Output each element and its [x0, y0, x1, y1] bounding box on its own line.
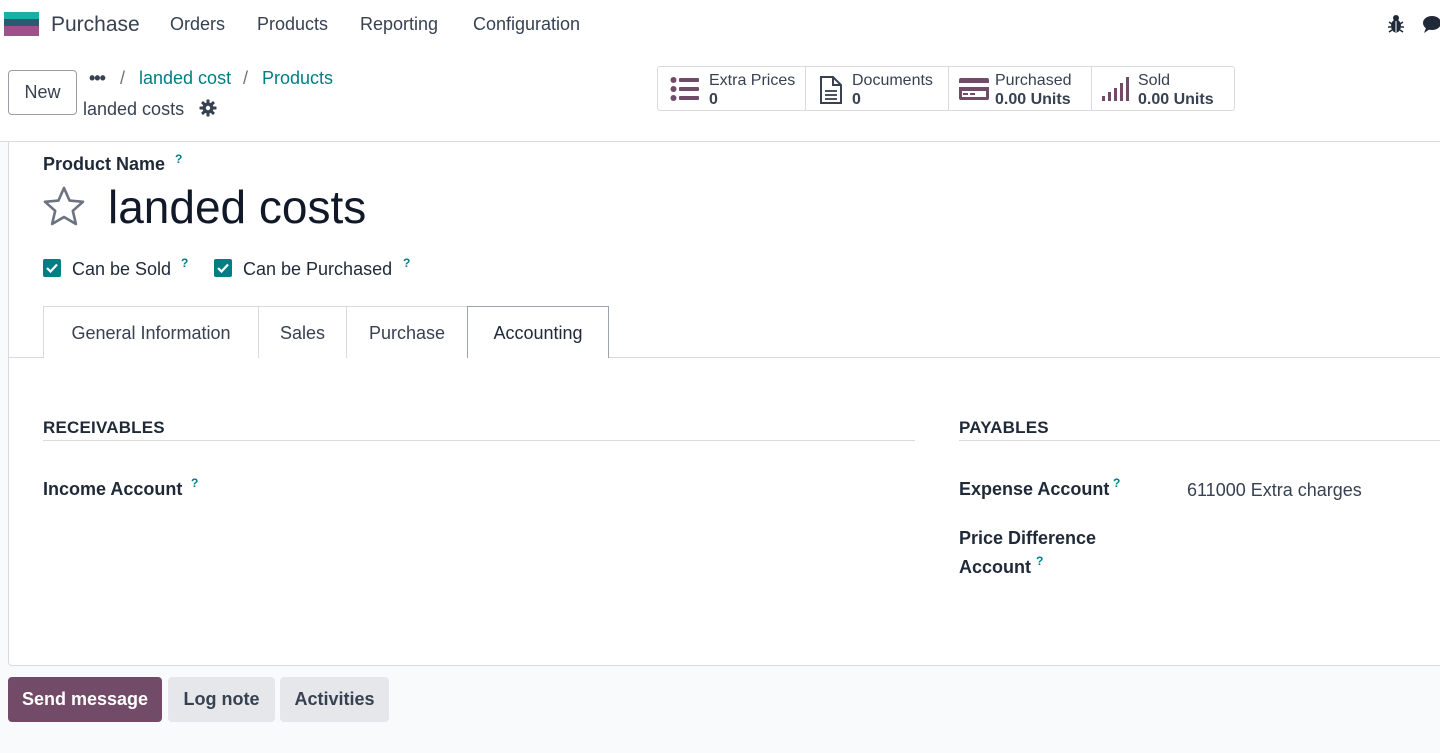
credit-card-icon — [959, 78, 989, 100]
help-tooltip[interactable]: ? — [403, 256, 410, 270]
breadcrumb-more-button[interactable]: ••• — [89, 68, 106, 89]
menu-configuration[interactable]: Configuration — [473, 14, 580, 35]
payables-section-title: PAYABLES — [959, 418, 1049, 437]
tab-general-information[interactable]: General Information — [43, 306, 259, 358]
chat-icon[interactable] — [1421, 13, 1440, 35]
signal-bars-icon — [1102, 77, 1129, 101]
menu-products[interactable]: Products — [257, 14, 328, 35]
new-button[interactable]: New — [8, 70, 77, 115]
tab-purchase[interactable]: Purchase — [346, 306, 468, 358]
menu-reporting[interactable]: Reporting — [360, 14, 438, 35]
section-divider — [43, 440, 915, 441]
purchased-value: 0.00 Units — [995, 91, 1071, 108]
documents-value: 0 — [852, 91, 861, 108]
list-icon — [670, 77, 699, 101]
send-message-button[interactable]: Send message — [8, 677, 162, 722]
tab-sales[interactable]: Sales — [258, 306, 347, 358]
sold-button[interactable]: Sold 0.00 Units — [1092, 67, 1234, 110]
product-name-field[interactable]: landed costs — [108, 180, 366, 234]
documents-button[interactable]: Documents 0 — [806, 67, 949, 110]
help-tooltip[interactable]: ? — [1113, 476, 1120, 490]
sold-value: 0.00 Units — [1138, 91, 1214, 108]
help-tooltip[interactable]: ? — [1036, 554, 1043, 568]
top-navbar: Purchase Orders Products Reporting Confi… — [0, 0, 1440, 50]
section-divider — [959, 440, 1440, 441]
menu-orders[interactable]: Orders — [170, 14, 225, 35]
product-name-label: Product Name — [43, 154, 166, 174]
purchased-button[interactable]: Purchased 0.00 Units — [949, 67, 1092, 110]
bug-icon[interactable] — [1386, 13, 1406, 35]
expense-account-field[interactable]: 611000 Extra charges — [1187, 480, 1362, 501]
documents-label: Documents — [852, 72, 933, 89]
extra-prices-value: 0 — [709, 91, 718, 108]
help-tooltip[interactable]: ? — [191, 476, 198, 490]
app-name[interactable]: Purchase — [51, 13, 140, 37]
can-be-purchased-checkbox[interactable] — [214, 259, 232, 277]
purchased-label: Purchased — [995, 72, 1072, 89]
receivables-section-title: RECEIVABLES — [43, 418, 165, 437]
tab-accounting[interactable]: Accounting — [467, 306, 609, 358]
check-icon — [46, 263, 58, 274]
breadcrumb-landed-cost[interactable]: landed cost — [139, 68, 231, 89]
help-tooltip[interactable]: ? — [181, 256, 188, 270]
breadcrumb-separator: / — [243, 68, 249, 88]
price-difference-account-label: Price Difference — [959, 528, 1097, 548]
form-sheet: Product Name ? landed costs Can be Sold … — [8, 142, 1440, 666]
breadcrumb-separator: / — [120, 68, 126, 88]
extra-prices-button[interactable]: Extra Prices 0 — [658, 67, 806, 110]
income-account-label: Income Account — [43, 479, 183, 499]
document-icon — [820, 76, 842, 104]
extra-prices-label: Extra Prices — [709, 72, 796, 89]
log-note-button[interactable]: Log note — [168, 677, 275, 722]
breadcrumb-current-record: landed costs — [83, 99, 185, 119]
can-be-purchased-label[interactable]: Can be Purchased — [243, 259, 392, 280]
purchase-app-icon[interactable] — [4, 12, 39, 36]
favorite-star-icon[interactable] — [42, 185, 86, 227]
control-panel: New ••• / landed cost / Products landed … — [0, 50, 1440, 142]
sold-label: Sold — [1138, 72, 1171, 89]
activities-button[interactable]: Activities — [280, 677, 389, 722]
price-difference-account-label-line2: Account — [959, 557, 1031, 577]
breadcrumb-products[interactable]: Products — [262, 68, 333, 89]
gear-icon[interactable] — [199, 99, 217, 117]
smart-buttons: Extra Prices 0 Documents 0 Purchased 0.0… — [657, 66, 1235, 111]
can-be-sold-label[interactable]: Can be Sold — [72, 259, 171, 280]
help-tooltip[interactable]: ? — [175, 152, 182, 166]
can-be-sold-checkbox[interactable] — [43, 259, 61, 277]
expense-account-label: Expense Account — [959, 479, 1110, 499]
check-icon — [217, 263, 229, 274]
